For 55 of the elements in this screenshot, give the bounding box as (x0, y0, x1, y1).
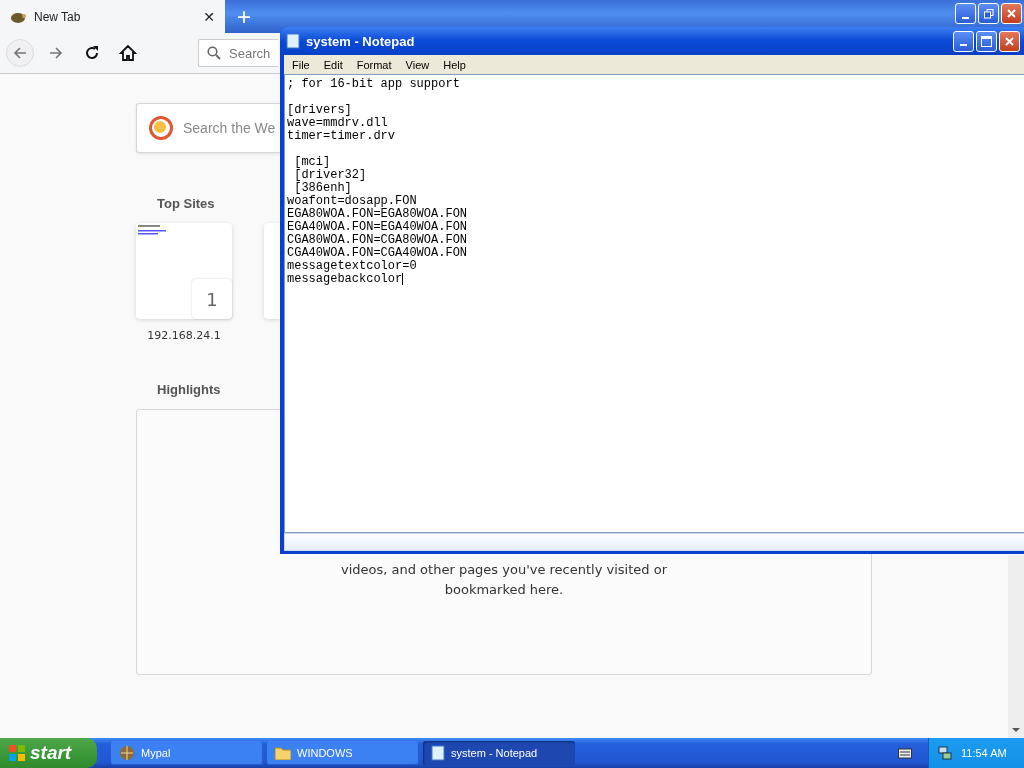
folder-icon (275, 746, 291, 760)
menu-item[interactable]: File (286, 58, 316, 71)
site-tile[interactable]: 1 (136, 223, 232, 319)
notepad-icon (286, 33, 300, 49)
text-cursor (402, 273, 404, 285)
close-tab-button[interactable]: ✕ (203, 8, 215, 25)
windows-logo-icon (8, 744, 26, 762)
minimize-button[interactable] (953, 30, 974, 52)
close-icon (1005, 36, 1014, 46)
close-button[interactable] (1001, 3, 1022, 24)
network-icon[interactable] (937, 745, 953, 761)
globe-icon (119, 745, 135, 761)
empty-state-text: videos, and other pages you've recently visited or (341, 561, 667, 579)
tile-badge: 1 (192, 279, 232, 319)
menu-item[interactable]: Format (350, 58, 398, 71)
browser-tab[interactable]: New Tab ✕ (0, 0, 225, 33)
notepad-icon (431, 745, 445, 761)
menu-item[interactable]: Edit (317, 58, 349, 71)
minimize-icon (962, 16, 969, 19)
text-editor[interactable]: ; for 16-bit app support [drivers] wave=mmdrv.dll timer=timer.drv [mci] [driver32] [386enh] woafont=dosapp.FON EGA80WOA.FON=EGA80WOA.FON EGA40WOA.FON=EGA40WOA.FON CGA80WOA.FON=CGA80WOA.FON CGA40WOA.FON=CGA40WOA.FON messagetextcolor=0 messagebackcolor (284, 74, 1024, 533)
taskbar-button[interactable]: system - Notepad (423, 741, 575, 765)
taskbar-button[interactable]: WINDOWS (267, 741, 419, 765)
close-icon (1007, 9, 1016, 18)
home-icon (119, 44, 137, 62)
forward-arrow-icon (48, 45, 64, 61)
scrollbar[interactable] (1008, 555, 1024, 738)
clock: 11:54 AM (961, 747, 1007, 759)
keyboard-icon[interactable] (898, 747, 912, 759)
taskbar-button[interactable]: Mypal (111, 741, 263, 765)
site-tile[interactable] (264, 223, 280, 319)
search-field[interactable]: Search (198, 39, 278, 67)
menu-item[interactable]: View (399, 58, 436, 71)
section-heading: Top Sites (157, 196, 215, 211)
reload-icon (84, 45, 100, 61)
menu-item[interactable]: Help (437, 58, 472, 71)
minimize-button[interactable] (955, 3, 976, 24)
restore-icon (983, 8, 994, 19)
new-tab-button[interactable]: + (225, 0, 263, 33)
empty-state-text: bookmarked here. (444, 581, 564, 599)
horizontal-scrollbar[interactable] (284, 533, 1024, 551)
section-heading: Highlights (157, 382, 221, 397)
back-arrow-icon (12, 45, 28, 61)
tab-title: New Tab (34, 9, 82, 24)
maximize-button[interactable] (976, 30, 997, 52)
duck-logo-icon (148, 115, 174, 141)
start-button[interactable]: start (0, 738, 97, 768)
tile-label: 192.168.24.1 (147, 329, 221, 342)
minimize-icon (960, 44, 967, 46)
search-icon (207, 46, 221, 60)
window-title: system - Notepad (306, 33, 415, 49)
restore-button[interactable] (978, 3, 999, 24)
back-button[interactable] (6, 39, 34, 67)
close-button[interactable] (999, 30, 1020, 52)
web-search-field[interactable]: Search the We (136, 103, 280, 153)
maximize-icon (981, 35, 992, 47)
